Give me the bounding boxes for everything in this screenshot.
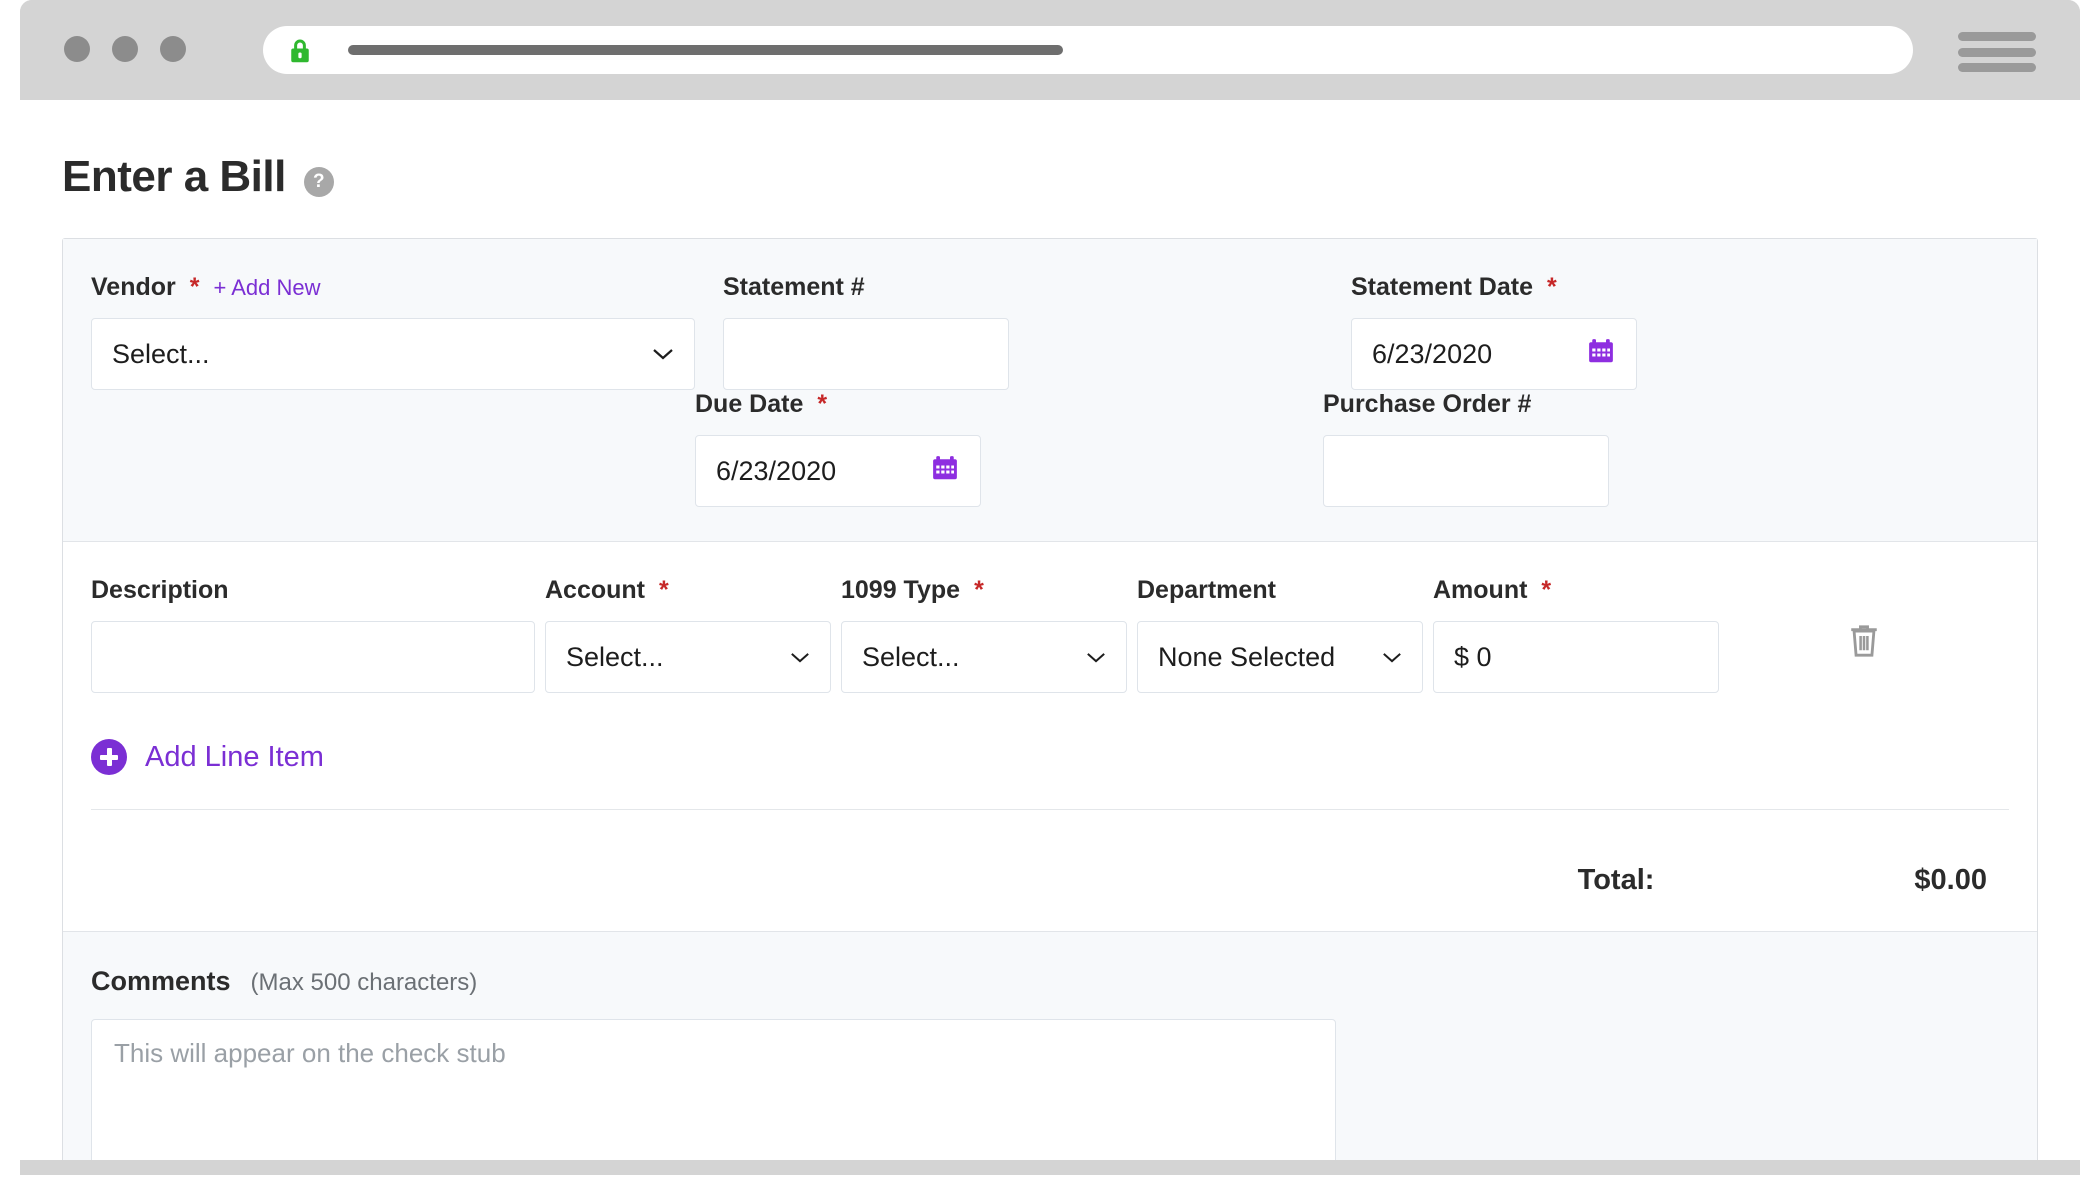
trash-icon: [1847, 622, 1881, 665]
help-icon[interactable]: ?: [303, 167, 334, 197]
purchase-order-label-text: Purchase Order #: [1323, 390, 1532, 418]
url-text: [348, 45, 1063, 55]
add-line-item-label: Add Line Item: [145, 740, 324, 773]
account-select-value: Select...: [566, 641, 664, 672]
account-label-text: Account: [545, 576, 645, 604]
description-input[interactable]: [91, 621, 535, 693]
1099-type-label: 1099 Type *: [841, 576, 1127, 605]
statement-number-label-text: Statement #: [723, 273, 865, 301]
statement-date-label: Statement Date *: [1351, 273, 1951, 302]
window-maximize-button[interactable]: [160, 36, 186, 62]
comments-textarea[interactable]: This will appear on the check stub: [91, 1019, 1336, 1160]
statement-number-label: Statement #: [723, 273, 1323, 302]
line-items-divider: [91, 809, 2009, 810]
plus-circle-icon: [91, 739, 127, 775]
hamburger-bar: [1958, 47, 2036, 57]
due-date-field-group: Due Date * 6/23/2020: [695, 390, 1037, 507]
purchase-order-label: Purchase Order #: [1323, 390, 1665, 419]
window-close-button[interactable]: [64, 36, 90, 62]
vendor-select[interactable]: Select...: [91, 318, 695, 390]
account-label: Account *: [545, 576, 831, 605]
department-select[interactable]: None Selected: [1137, 621, 1423, 693]
total-row: Total: $0.00: [91, 864, 2009, 897]
department-field-group: Department None Selected: [1137, 576, 1423, 693]
description-label-text: Description: [91, 576, 229, 604]
statement-date-value: 6/23/2020: [1372, 338, 1493, 369]
chevron-down-icon: [1382, 646, 1402, 668]
department-label-text: Department: [1137, 576, 1276, 604]
address-bar[interactable]: [263, 26, 1913, 74]
1099-type-label-text: 1099 Type: [841, 576, 961, 604]
calendar-icon[interactable]: [930, 453, 960, 490]
1099-type-select-value: Select...: [862, 641, 960, 672]
vendor-label: Vendor * + Add New: [91, 273, 695, 302]
1099-type-field-group: 1099 Type * Select...: [841, 576, 1127, 693]
chevron-down-icon: [790, 646, 810, 668]
amount-required-mark: *: [1541, 576, 1552, 604]
lock-icon: [285, 36, 315, 71]
account-required-mark: *: [659, 576, 669, 604]
statement-date-field-group: Statement Date * 6/23/2020: [1351, 273, 1951, 390]
description-field-group: Description: [91, 576, 535, 693]
total-label: Total:: [1577, 864, 1655, 896]
vendor-required-mark: *: [189, 273, 200, 301]
hamburger-bar: [1958, 63, 2036, 72]
due-date-required-mark: *: [817, 390, 828, 418]
purchase-order-field-group: Purchase Order #: [1323, 390, 1665, 507]
browser-chrome-bar: [20, 0, 2080, 100]
account-select[interactable]: Select...: [545, 621, 831, 693]
comments-title: Comments: [91, 966, 231, 996]
description-label: Description: [91, 576, 535, 605]
window-controls: [64, 36, 186, 62]
line-items-section: Description Account * Select... 1099 Typ…: [63, 542, 2037, 931]
due-date-label: Due Date *: [695, 390, 1037, 419]
delete-line-item-button[interactable]: [1719, 576, 2009, 665]
table-row: Description Account * Select... 1099 Typ…: [91, 576, 2009, 693]
vendor-field-group: Vendor * + Add New Select...: [91, 273, 695, 390]
amount-field-group: Amount * $ 0: [1433, 576, 1719, 693]
chevron-down-icon: [652, 343, 674, 365]
chevron-down-icon: [1086, 646, 1106, 668]
statement-number-input[interactable]: [723, 318, 1009, 390]
statement-number-field-group: Statement #: [723, 273, 1323, 390]
statement-date-label-text: Statement Date: [1351, 273, 1533, 301]
vendor-label-text: Vendor: [91, 273, 176, 301]
add-line-item-button[interactable]: Add Line Item: [91, 739, 2009, 775]
statement-date-required-mark: *: [1547, 273, 1557, 301]
calendar-icon[interactable]: [1586, 336, 1616, 373]
amount-value: $ 0: [1454, 641, 1492, 672]
bill-info-section: Vendor * + Add New Select... Statement #…: [63, 239, 2037, 542]
due-date-value: 6/23/2020: [716, 455, 837, 486]
add-new-vendor-link[interactable]: + Add New: [213, 275, 320, 301]
vendor-select-value: Select...: [112, 338, 210, 369]
hamburger-bar: [1958, 32, 2036, 41]
page-title: Enter a Bill: [62, 152, 286, 201]
amount-input[interactable]: $ 0: [1433, 621, 1719, 693]
amount-label-text: Amount: [1433, 576, 1528, 604]
comments-header: Comments (Max 500 characters): [91, 966, 2009, 997]
comments-char-limit-hint: (Max 500 characters): [250, 969, 478, 996]
department-select-value: None Selected: [1158, 641, 1336, 672]
amount-label: Amount *: [1433, 576, 1719, 605]
due-date-input[interactable]: 6/23/2020: [695, 435, 981, 507]
hamburger-menu-icon[interactable]: [1958, 32, 2036, 72]
total-value: $0.00: [1914, 864, 1987, 896]
page-header: Enter a Bill ?: [62, 152, 2080, 202]
purchase-order-input[interactable]: [1323, 435, 1609, 507]
due-date-label-text: Due Date: [695, 390, 804, 418]
account-field-group: Account * Select...: [545, 576, 831, 693]
1099-type-select[interactable]: Select...: [841, 621, 1127, 693]
1099-type-required-mark: *: [974, 576, 984, 604]
window-minimize-button[interactable]: [112, 36, 138, 62]
page-content: Enter a Bill ? Vendor * + Add New Select.: [20, 100, 2080, 1160]
comments-section: Comments (Max 500 characters) This will …: [63, 931, 2037, 1160]
bill-form-card: Vendor * + Add New Select... Statement #…: [62, 238, 2038, 1160]
department-label: Department: [1137, 576, 1423, 605]
browser-window: Enter a Bill ? Vendor * + Add New Select.: [20, 0, 2080, 1175]
statement-date-input[interactable]: 6/23/2020: [1351, 318, 1637, 390]
